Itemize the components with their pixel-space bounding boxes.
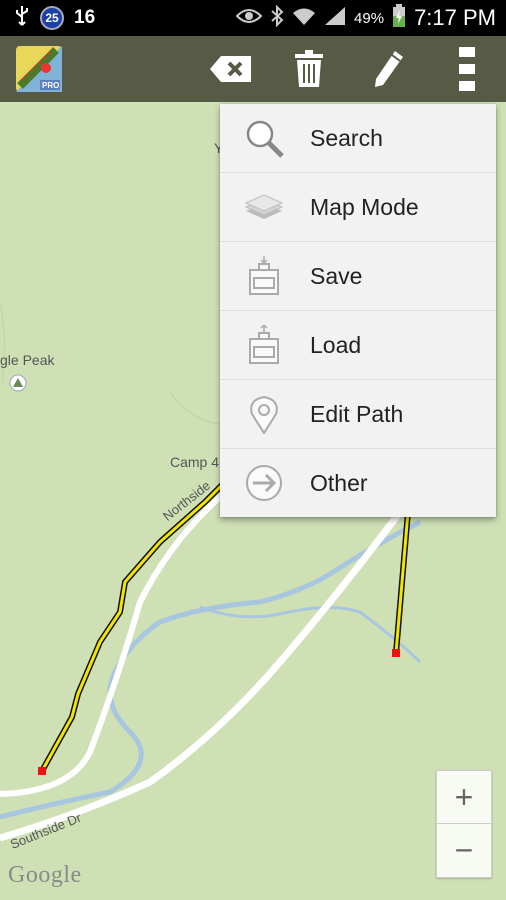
status-bar: 25 16 49% 7:17 PM xyxy=(0,0,506,36)
notification-count: 16 xyxy=(74,7,96,28)
menu-item-label: Load xyxy=(310,331,362,358)
notification-badge: 25 xyxy=(40,6,64,30)
menu-item-save[interactable]: Save xyxy=(220,242,496,311)
camp-label: Camp 4 xyxy=(170,454,220,470)
backspace-button[interactable] xyxy=(206,44,256,94)
path-endpoint-marker[interactable] xyxy=(392,649,400,657)
delete-button[interactable] xyxy=(284,44,334,94)
pencil-icon xyxy=(375,51,403,87)
zoom-out-button[interactable]: − xyxy=(437,824,491,876)
arrow-circle-icon xyxy=(244,463,284,503)
menu-item-search[interactable]: Search xyxy=(220,104,496,173)
location-pin-icon xyxy=(244,394,284,434)
menu-item-other[interactable]: Other xyxy=(220,449,496,517)
load-icon xyxy=(244,325,284,365)
zoom-controls: + − xyxy=(436,770,492,878)
backspace-icon xyxy=(210,56,251,82)
menu-item-label: Other xyxy=(310,469,368,496)
save-icon xyxy=(244,256,284,296)
menu-item-label: Edit Path xyxy=(310,400,404,427)
google-attribution: Google xyxy=(8,862,82,888)
layers-icon xyxy=(244,187,284,227)
signal-icon xyxy=(324,6,346,31)
menu-item-edit-path[interactable]: Edit Path xyxy=(220,380,496,449)
clock: 7:17 PM xyxy=(414,5,496,30)
action-bar: PRO xyxy=(0,36,506,102)
menu-item-label: Search xyxy=(310,124,383,151)
edit-button[interactable] xyxy=(364,44,414,94)
eye-icon xyxy=(235,7,263,30)
search-icon xyxy=(244,118,284,158)
battery-percent: 49% xyxy=(354,9,385,27)
battery-icon xyxy=(392,3,406,33)
menu-item-label: Map Mode xyxy=(310,193,419,220)
southside-road xyxy=(0,509,403,842)
menu-item-load[interactable]: Load xyxy=(220,311,496,380)
wifi-icon xyxy=(292,6,316,31)
peak-label: gle Peak xyxy=(0,352,55,368)
menu-item-label: Save xyxy=(310,262,363,289)
app-icon[interactable]: PRO xyxy=(16,46,62,92)
usb-icon xyxy=(14,5,30,32)
overflow-menu-icon xyxy=(459,47,475,91)
path-endpoint-marker[interactable] xyxy=(38,767,46,775)
overflow-menu-button[interactable] xyxy=(442,44,492,94)
bluetooth-icon xyxy=(270,4,284,32)
overflow-menu: Search Map Mode Save Load Edit Path Othe… xyxy=(220,104,496,517)
menu-item-map-mode[interactable]: Map Mode xyxy=(220,173,496,242)
trash-icon xyxy=(295,50,323,87)
zoom-in-button[interactable]: + xyxy=(437,771,491,824)
pro-badge: PRO xyxy=(42,81,60,90)
